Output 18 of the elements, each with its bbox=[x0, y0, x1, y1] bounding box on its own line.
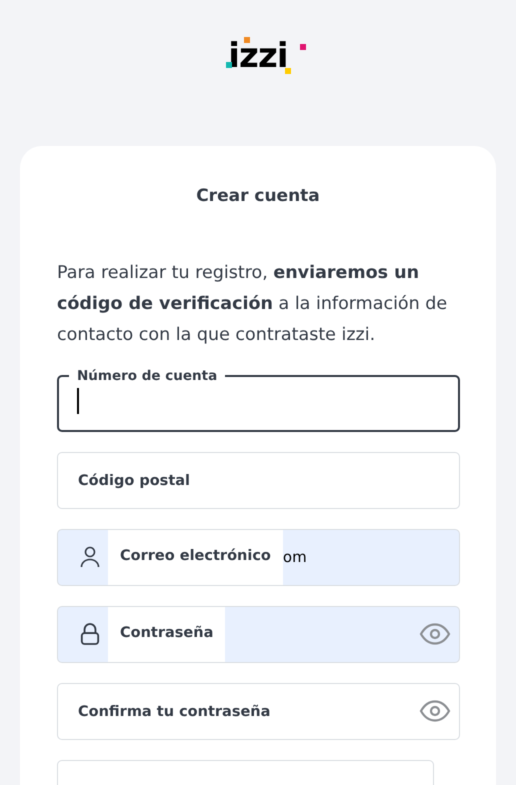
field-value: om bbox=[282, 546, 307, 568]
form-title: Crear cuenta bbox=[195, 185, 321, 208]
field-label: Código postal bbox=[78, 472, 190, 489]
eye-icon[interactable] bbox=[419, 700, 451, 722]
input-field[interactable]: Correo electrónico om bbox=[57, 528, 460, 586]
field-label: Contraseña bbox=[120, 624, 214, 644]
input-field[interactable]: Código postal bbox=[57, 452, 460, 508]
input-field[interactable]: Confirma tu contraseña bbox=[57, 682, 460, 740]
field-label: Correo electrónico bbox=[120, 547, 271, 566]
intro-text: Para realizar tu registro, enviaremos un código de verificación a la información de contacto con la que contrataste izzi. bbox=[57, 262, 448, 346]
user-icon bbox=[80, 546, 100, 568]
field-label: Confirma tu contraseña bbox=[78, 704, 270, 720]
logo: izzi bbox=[208, 34, 308, 78]
lock-icon bbox=[80, 622, 100, 646]
input-field[interactable]: Contraseña bbox=[57, 606, 460, 662]
eye-icon[interactable] bbox=[419, 623, 451, 645]
text-cursor bbox=[77, 388, 79, 414]
field-label: Número de cuenta bbox=[76, 366, 218, 386]
